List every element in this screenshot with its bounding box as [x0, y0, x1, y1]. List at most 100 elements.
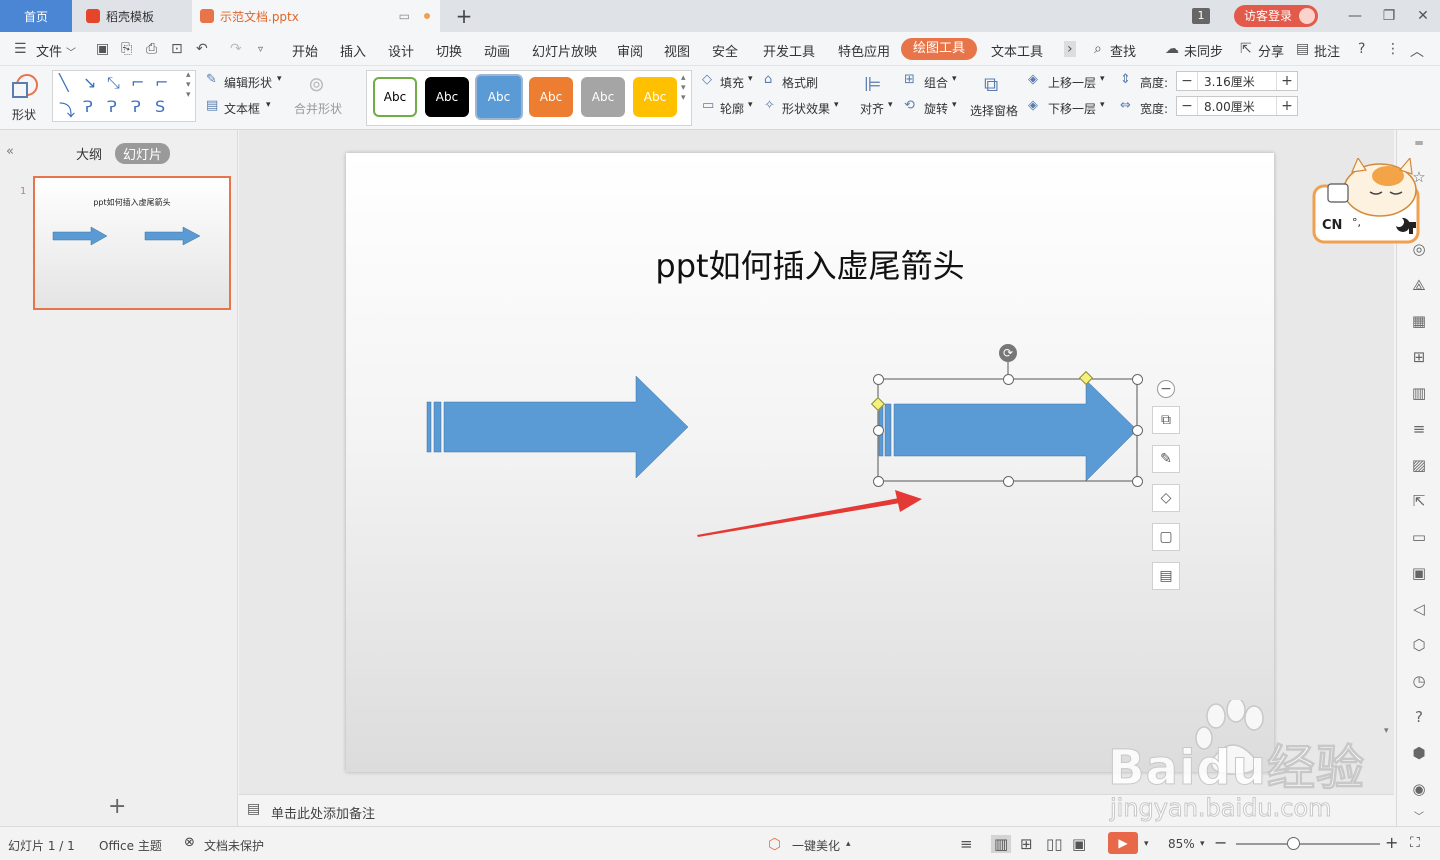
normal-view-icon[interactable]: ▥: [991, 835, 1012, 853]
layers-icon[interactable]: ⟁: [1409, 276, 1429, 294]
width-stepper[interactable]: − +: [1176, 96, 1298, 116]
curved-double-arrow-icon[interactable]: Ɂ: [131, 97, 141, 116]
fill-button[interactable]: 填充: [720, 74, 744, 91]
menu-search[interactable]: 查找: [1110, 41, 1136, 60]
chevron-down-icon[interactable]: ▾: [952, 100, 957, 110]
style-white[interactable]: Abc: [373, 77, 417, 117]
height-decrease-button[interactable]: −: [1177, 73, 1197, 89]
window-count-badge[interactable]: 1: [1191, 8, 1210, 24]
format-painter-button[interactable]: 格式刷: [782, 74, 818, 91]
style-gallery-scroll-icon[interactable]: ▴ ▾ ▾: [681, 73, 686, 103]
shape-button[interactable]: 形状: [10, 72, 46, 122]
undo-icon[interactable]: ↶: [196, 41, 208, 57]
more-options-icon[interactable]: ⋮: [1386, 41, 1400, 57]
table-icon[interactable]: ▦: [1409, 312, 1429, 330]
resize-handle-bottom-left[interactable]: [873, 476, 884, 487]
menu-file[interactable]: 文件: [36, 41, 62, 60]
slide[interactable]: ppt如何插入虚尾箭头: [346, 153, 1274, 772]
shape-effect-button[interactable]: 形状效果: [782, 100, 830, 117]
group-button[interactable]: 组合: [924, 74, 948, 91]
menu-comment[interactable]: 批注: [1314, 41, 1340, 60]
pen-icon[interactable]: ✎: [1152, 445, 1180, 473]
chevron-down-icon[interactable]: ▾: [888, 100, 893, 110]
history-icon[interactable]: ◷: [1409, 672, 1429, 690]
chevron-down-icon[interactable]: ▾: [834, 100, 839, 110]
fit-window-icon[interactable]: ⛶: [1410, 835, 1420, 851]
chevron-down-icon[interactable]: ﹀: [1409, 808, 1429, 823]
width-increase-button[interactable]: +: [1277, 98, 1297, 114]
outline-button[interactable]: 轮廓: [720, 100, 744, 117]
customize-toolbar-icon[interactable]: ▿: [258, 44, 263, 55]
add-slide-button[interactable]: +: [108, 794, 126, 819]
hamburger-icon[interactable]: ☰: [14, 41, 27, 57]
audio-icon[interactable]: ◁: [1409, 600, 1429, 618]
chevron-up-icon[interactable]: ▴: [846, 839, 851, 849]
one-click-beautify-button[interactable]: 一键美化: [792, 837, 840, 854]
restore-button[interactable]: ❐: [1372, 8, 1406, 24]
help-icon[interactable]: ?: [1358, 41, 1365, 57]
minimize-button[interactable]: —: [1338, 8, 1372, 24]
reading-view-icon[interactable]: ▯▯: [1046, 835, 1063, 853]
curve-icon[interactable]: S: [155, 97, 165, 116]
grid-icon[interactable]: ⊞: [1409, 348, 1429, 366]
chevron-down-icon[interactable]: ▾: [277, 74, 282, 84]
chevron-down-icon[interactable]: ▾: [748, 74, 753, 84]
share-icon[interactable]: ⇱: [1240, 41, 1252, 57]
layer-icon[interactable]: ⧉: [1152, 406, 1180, 434]
chevron-down-icon[interactable]: ▾: [1144, 839, 1149, 849]
collapse-pane-icon[interactable]: «: [6, 144, 14, 159]
elbow-double-arrow-icon[interactable]: ⤵: [59, 97, 75, 121]
export-icon[interactable]: ⎘: [121, 41, 132, 57]
slide-title[interactable]: ppt如何插入虚尾箭头: [346, 241, 1274, 287]
cube-icon[interactable]: ⬢: [1409, 744, 1429, 762]
presenter-view-icon[interactable]: ▣: [1072, 835, 1086, 853]
zoom-in-button[interactable]: +: [1385, 833, 1398, 852]
width-decrease-button[interactable]: −: [1177, 98, 1197, 114]
image-icon[interactable]: ▨: [1409, 456, 1429, 474]
location-icon[interactable]: ◉: [1409, 780, 1429, 798]
theme-name[interactable]: Office 主题: [99, 837, 162, 854]
style-orange[interactable]: Abc: [529, 77, 573, 117]
elbow-arrow-connector-icon[interactable]: ⌐: [155, 73, 168, 92]
chevron-down-icon[interactable]: ▾: [266, 100, 271, 110]
chart-icon[interactable]: ▥: [1409, 384, 1429, 402]
style-gray[interactable]: Abc: [581, 77, 625, 117]
double-arrow-line-icon[interactable]: ⤡: [107, 73, 120, 93]
resize-handle-left[interactable]: [873, 425, 884, 436]
print-icon[interactable]: ⎙: [146, 41, 157, 57]
height-increase-button[interactable]: +: [1277, 73, 1297, 89]
new-tab-button[interactable]: +: [452, 0, 476, 32]
comment-icon[interactable]: ▤: [1296, 41, 1309, 57]
visitor-login-button[interactable]: 访客登录: [1233, 5, 1318, 27]
line-gallery[interactable]: ╲ ↘ ⤡ ⌐ ⌐ ⤵ Ɂ Ɂ Ɂ S: [52, 70, 196, 122]
chevron-down-icon[interactable]: ▾: [952, 74, 957, 84]
zoom-out-button[interactable]: −: [1214, 833, 1227, 852]
slide-sorter-icon[interactable]: ⊞: [1020, 835, 1033, 853]
rotate-handle-icon[interactable]: ⟳: [999, 344, 1017, 362]
curved-arrow-connector-icon[interactable]: Ɂ: [107, 97, 117, 116]
save-icon[interactable]: ▣: [96, 41, 109, 57]
tab-slides[interactable]: 幻灯片: [115, 143, 171, 164]
chevron-down-icon[interactable]: ▾: [1100, 100, 1105, 110]
bring-forward-button[interactable]: 上移一层: [1048, 74, 1096, 91]
redo-icon[interactable]: ↷: [230, 41, 242, 57]
text-box-button[interactable]: 文本框: [224, 100, 260, 117]
resize-handle-top-left[interactable]: [873, 374, 884, 385]
chevron-down-icon[interactable]: ▾: [1100, 74, 1105, 84]
rotate-button[interactable]: 旋转: [924, 100, 948, 117]
style-black[interactable]: Abc: [425, 77, 469, 117]
picture-icon[interactable]: ▣: [1409, 564, 1429, 582]
tab-document[interactable]: 示范文档.pptx ▭: [192, 0, 440, 32]
height-input[interactable]: [1197, 72, 1277, 90]
tab-templates[interactable]: 稻壳模板: [74, 0, 190, 32]
menu-start[interactable]: 开始: [292, 41, 318, 60]
print-preview-icon[interactable]: ⊡: [171, 41, 183, 57]
protection-status[interactable]: 文档未保护: [204, 837, 264, 854]
selection-pane-button[interactable]: 选择窗格: [970, 102, 1018, 119]
elbow-connector-icon[interactable]: ⌐: [131, 73, 144, 92]
resize-handle-top-right[interactable]: [1132, 374, 1143, 385]
share-icon[interactable]: ⇱: [1409, 492, 1429, 510]
merge-shape-button[interactable]: 合并形状: [294, 100, 342, 117]
width-input[interactable]: [1197, 97, 1277, 115]
resize-handle-top[interactable]: [1003, 374, 1014, 385]
